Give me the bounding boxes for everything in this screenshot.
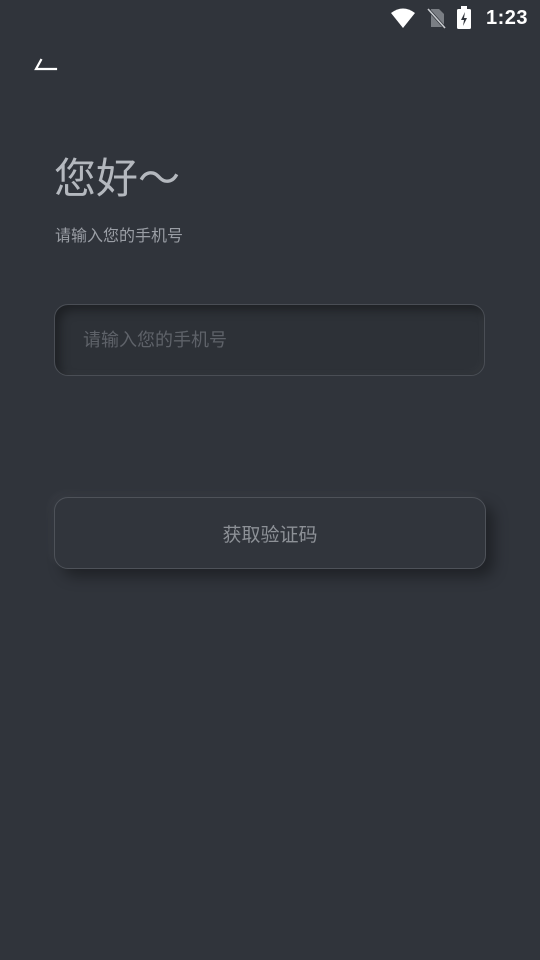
back-arrow-icon: [26, 58, 66, 86]
get-code-button-label: 获取验证码: [222, 523, 318, 546]
login-screen: 1:23 您好～ 请输入您的手机号 获取验证码: [0, 0, 540, 960]
phone-field: [54, 304, 485, 376]
greeting-subtitle: 请输入您的手机号: [55, 226, 184, 245]
no-sim-icon: [426, 7, 446, 29]
wifi-icon: [390, 7, 416, 29]
status-time: 1:23: [485, 6, 528, 29]
get-code-button[interactable]: 获取验证码: [54, 497, 486, 569]
battery-charging-icon: [456, 6, 472, 30]
greeting-title: 您好～: [54, 154, 181, 203]
status-bar: 1:23: [390, 0, 540, 36]
phone-input[interactable]: [55, 305, 484, 375]
back-button[interactable]: [26, 52, 66, 82]
